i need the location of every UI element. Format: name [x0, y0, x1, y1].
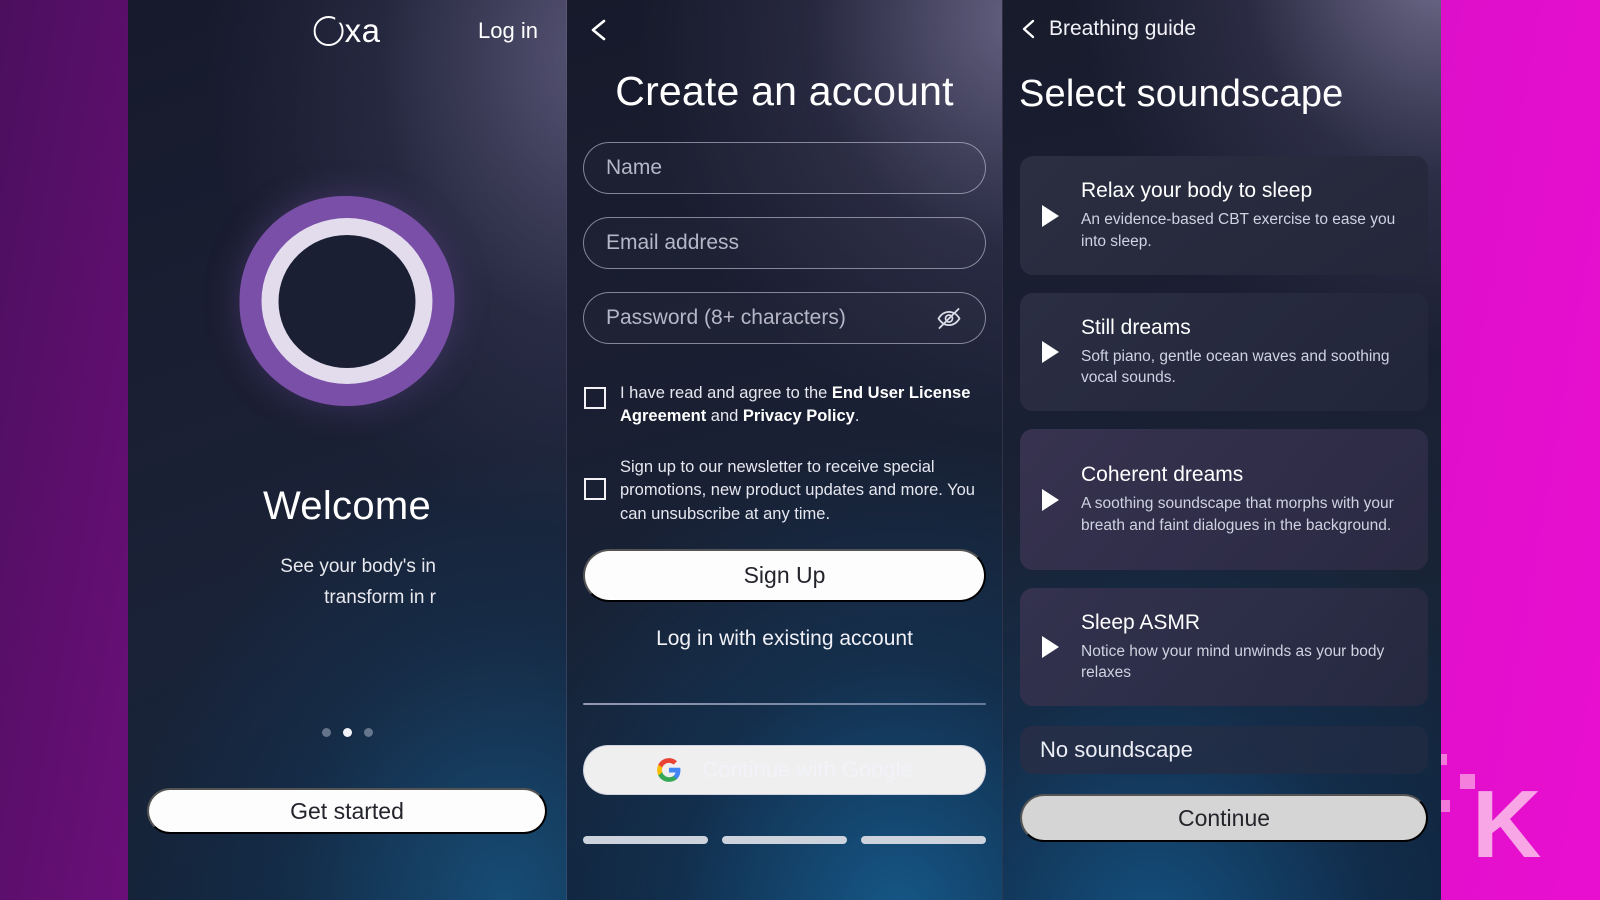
newsletter-checkbox[interactable]	[584, 478, 606, 500]
soundscape-option-card[interactable]: Relax your body to sleep An evidence-bas…	[1020, 156, 1428, 275]
soundscape-option-description: A soothing soundscape that morphs with y…	[1081, 495, 1394, 534]
soundscape-option-description: Soft piano, gentle ocean waves and sooth…	[1081, 347, 1390, 386]
eula-consent-label: I have read and agree to the End User Li…	[620, 382, 986, 429]
play-icon[interactable]	[1042, 341, 1059, 363]
login-existing-link[interactable]: Log in with existing account	[567, 627, 1002, 651]
google-button-label: Continue with Google	[702, 757, 913, 782]
get-started-button[interactable]: Get started	[147, 788, 547, 834]
eula-checkbox[interactable]	[584, 387, 606, 409]
chevron-left-icon	[1022, 19, 1035, 39]
soundscape-option-card[interactable]: Coherent dreams A soothing soundscape th…	[1020, 429, 1428, 570]
knowtechie-watermark: K	[1436, 754, 1541, 878]
newsletter-consent-row[interactable]: Sign up to our newsletter to receive spe…	[584, 456, 986, 526]
name-input[interactable]	[606, 156, 963, 180]
soundscape-option-text: Relax your body to sleep An evidence-bas…	[1081, 179, 1414, 251]
back-to-breathing-guide[interactable]: Breathing guide	[1019, 17, 1196, 41]
eula-middle: and	[706, 407, 743, 426]
soundscape-option-text: Coherent dreams A soothing soundscape th…	[1081, 463, 1414, 535]
back-label: Breathing guide	[1049, 17, 1197, 40]
soundscape-option-description: An evidence-based CBT exercise to ease y…	[1081, 211, 1396, 250]
screen-create-account: Create an account I have read and agree …	[566, 0, 1003, 900]
soundscape-option-description: Notice how your mind unwinds as your bod…	[1081, 642, 1385, 681]
carousel-slide-previous: our connection ody	[128, 552, 217, 614]
screen-select-soundscape: Breathing guide Select soundscape Relax …	[1003, 0, 1441, 900]
slide-next-line2: transform in r	[324, 586, 436, 608]
soundscape-option-text: Sleep ASMR Notice how your mind unwinds …	[1081, 611, 1414, 683]
soundscape-option-card[interactable]: Still dreams Soft piano, gentle ocean wa…	[1020, 293, 1428, 411]
soundscape-option-title: Relax your body to sleep	[1081, 179, 1313, 203]
oxa-logo-text: xa	[344, 12, 381, 49]
continue-button[interactable]: Continue	[1020, 794, 1428, 842]
eula-prefix: I have read and agree to the	[620, 384, 832, 402]
carousel-dots	[128, 728, 566, 737]
welcome-topbar: xa Log in	[128, 0, 566, 64]
google-icon	[657, 758, 681, 782]
play-icon[interactable]	[1042, 204, 1059, 227]
soundscape-option-title: Still dreams	[1081, 315, 1191, 339]
no-soundscape-option[interactable]: No soundscape	[1020, 726, 1428, 774]
bottom-bar-1[interactable]	[583, 836, 708, 844]
bottom-bar-3[interactable]	[861, 836, 986, 844]
phone-screens-strip: xa Log in Welcome our connection ody See…	[128, 0, 1441, 900]
password-input[interactable]	[606, 306, 935, 330]
page-title: Create an account	[615, 68, 954, 114]
svg-text:K: K	[1472, 771, 1541, 878]
onboarding-carousel[interactable]: our connection ody See your body's in tr…	[128, 552, 566, 642]
play-icon[interactable]	[1042, 636, 1059, 658]
play-icon[interactable]	[1042, 488, 1059, 511]
privacy-policy-link[interactable]: Privacy Policy	[743, 407, 855, 425]
slide-next-line1: See your body's in	[280, 556, 436, 577]
carousel-dot-1[interactable]	[321, 728, 331, 737]
bottom-progress-bars	[583, 836, 986, 844]
eula-suffix: .	[854, 407, 860, 426]
chevron-left-icon[interactable]	[583, 14, 615, 46]
soundscape-option-text: Still dreams Soft piano, gentle ocean wa…	[1081, 316, 1414, 388]
oxa-logo: xa	[313, 12, 381, 50]
page-title: Select soundscape	[1019, 73, 1344, 115]
password-field[interactable]	[583, 292, 986, 344]
eye-off-icon[interactable]	[935, 304, 963, 332]
soundscape-option-title: Sleep ASMR	[1081, 610, 1201, 634]
breathing-ring-hole	[278, 234, 416, 368]
carousel-dot-2[interactable]	[342, 728, 352, 737]
sign-up-button[interactable]: Sign Up	[583, 549, 986, 602]
soundscape-option-card[interactable]: Sleep ASMR Notice how your mind unwinds …	[1020, 588, 1428, 706]
login-link[interactable]: Log in	[478, 18, 538, 44]
carousel-dot-3[interactable]	[363, 728, 373, 737]
screen-welcome: xa Log in Welcome our connection ody See…	[128, 0, 566, 900]
newsletter-label: Sign up to our newsletter to receive spe…	[620, 458, 975, 523]
bottom-bar-2[interactable]	[722, 836, 847, 844]
breathing-ring-graphic	[239, 196, 455, 406]
continue-with-google-button[interactable]: Continue with Google	[583, 745, 986, 795]
eula-consent-row[interactable]: I have read and agree to the End User Li…	[584, 382, 986, 429]
form-divider	[583, 703, 986, 705]
oxa-ring-icon	[313, 16, 344, 46]
soundscape-option-title: Coherent dreams	[1081, 463, 1244, 487]
slide-prev-line1: our connection	[128, 552, 217, 583]
name-field[interactable]	[583, 142, 986, 194]
breathing-ring-inner	[261, 218, 433, 384]
email-input[interactable]	[606, 231, 963, 255]
welcome-title: Welcome	[262, 484, 432, 528]
carousel-slide-next: See your body's in transform in r	[217, 552, 436, 614]
email-field[interactable]	[583, 217, 986, 269]
slide-prev-line2: ody	[128, 583, 217, 614]
